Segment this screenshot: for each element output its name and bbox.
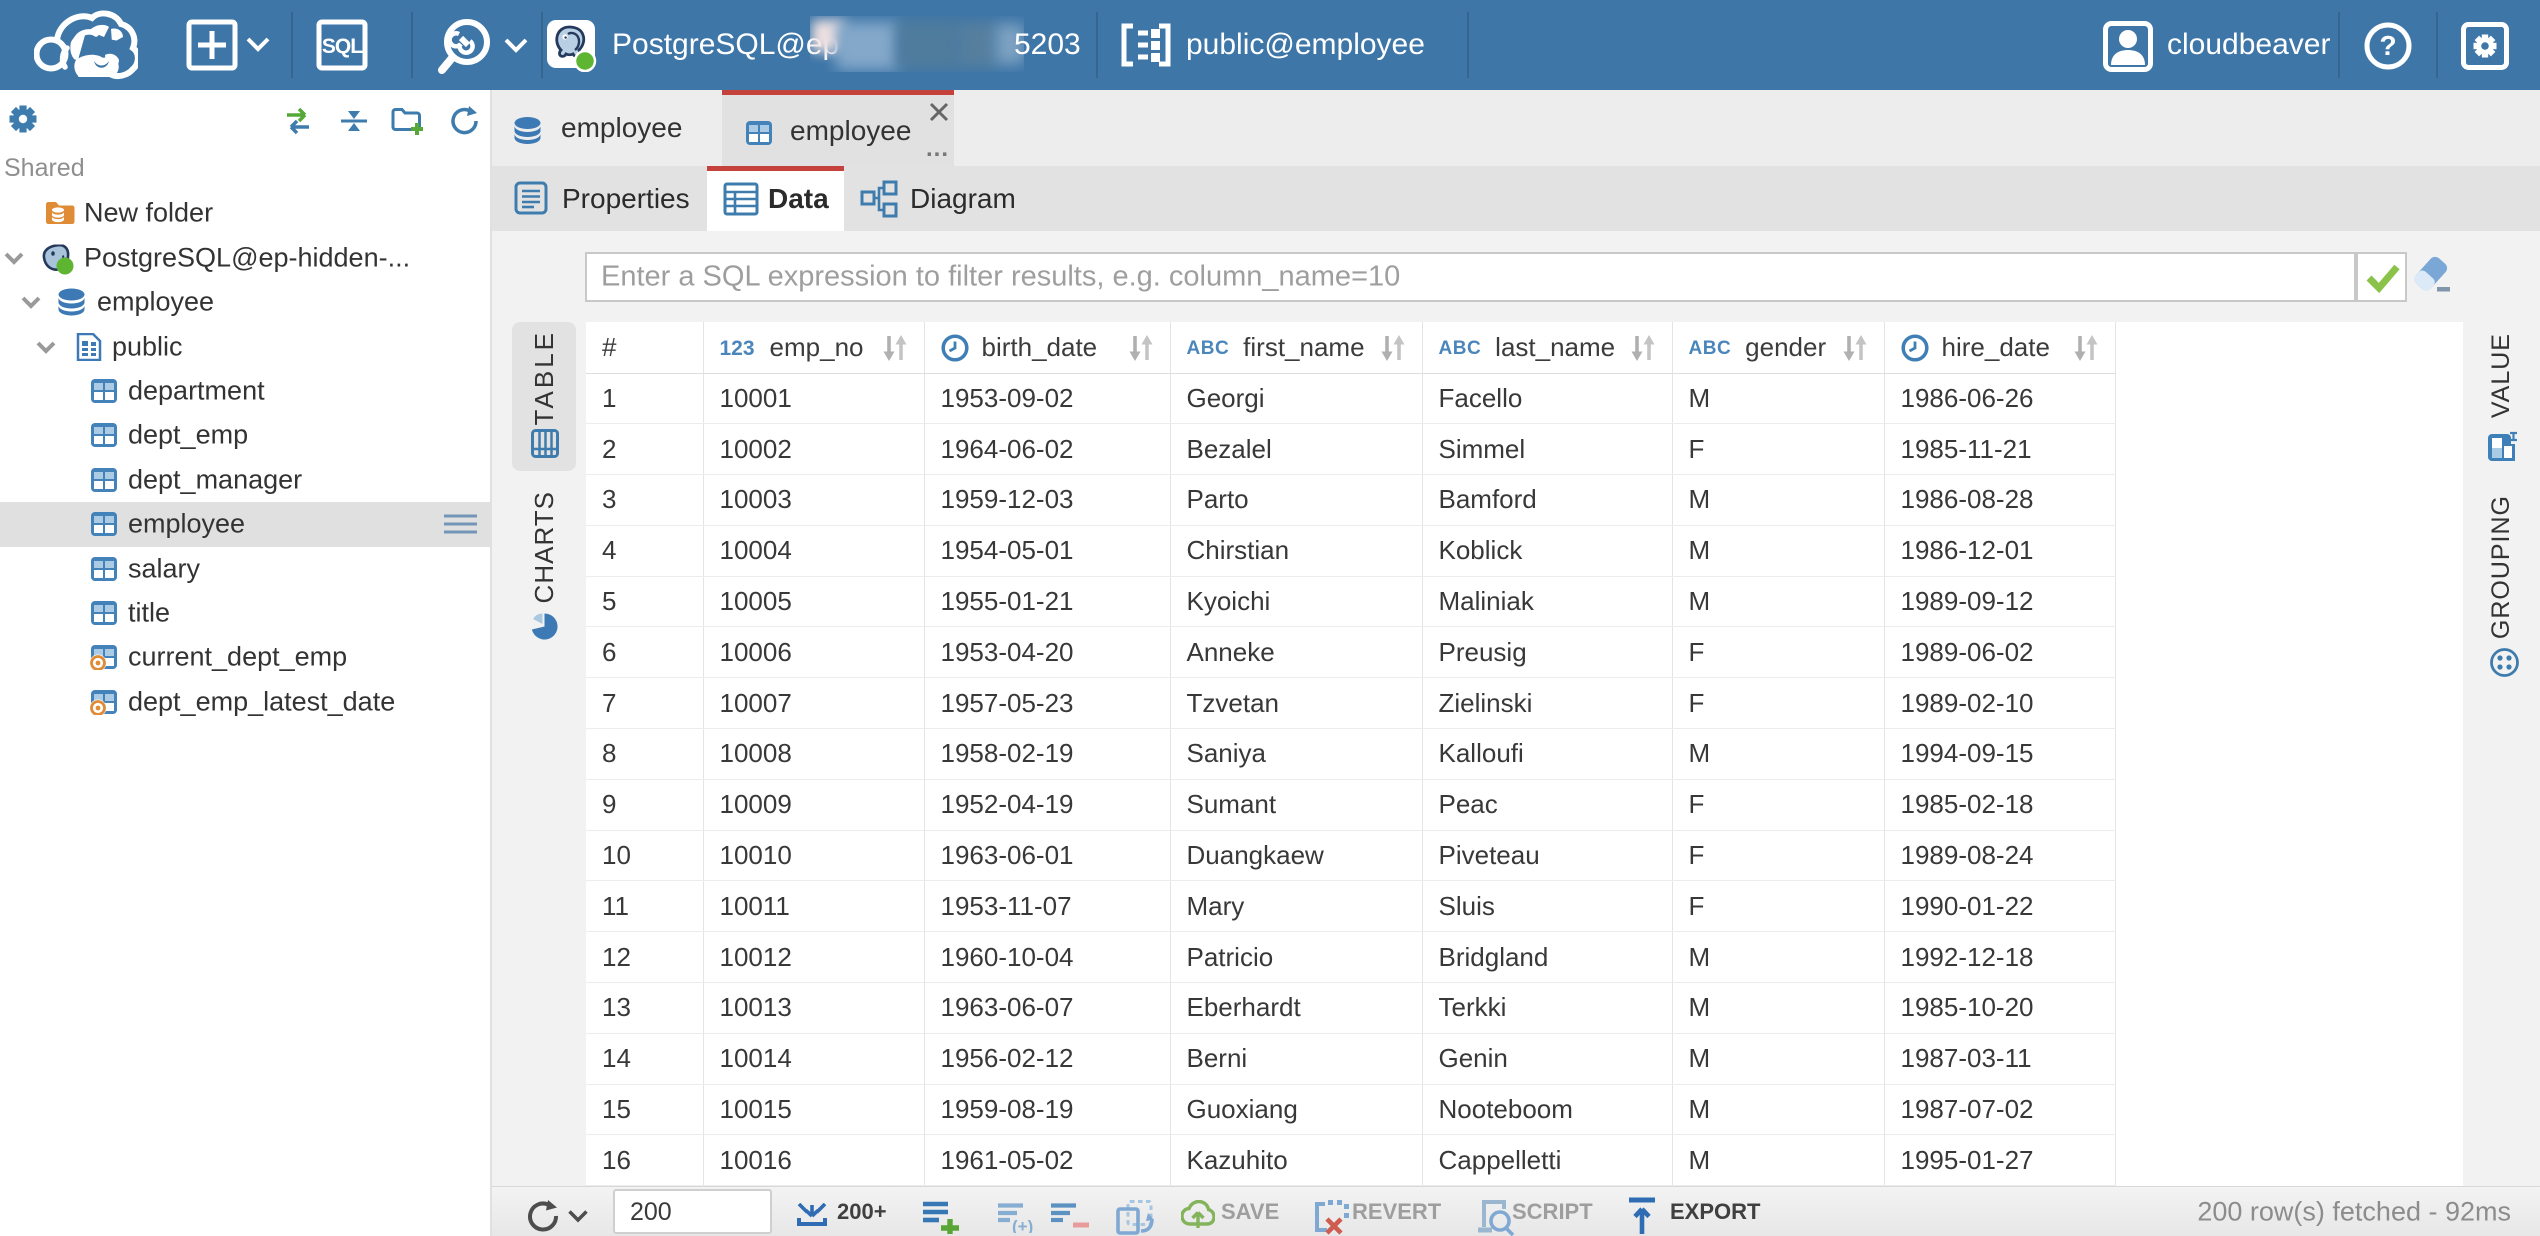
- svg-text:SQL: SQL: [322, 35, 363, 58]
- svg-text:?: ?: [2379, 30, 2396, 61]
- svg-text:(+): (+): [1012, 1217, 1033, 1233]
